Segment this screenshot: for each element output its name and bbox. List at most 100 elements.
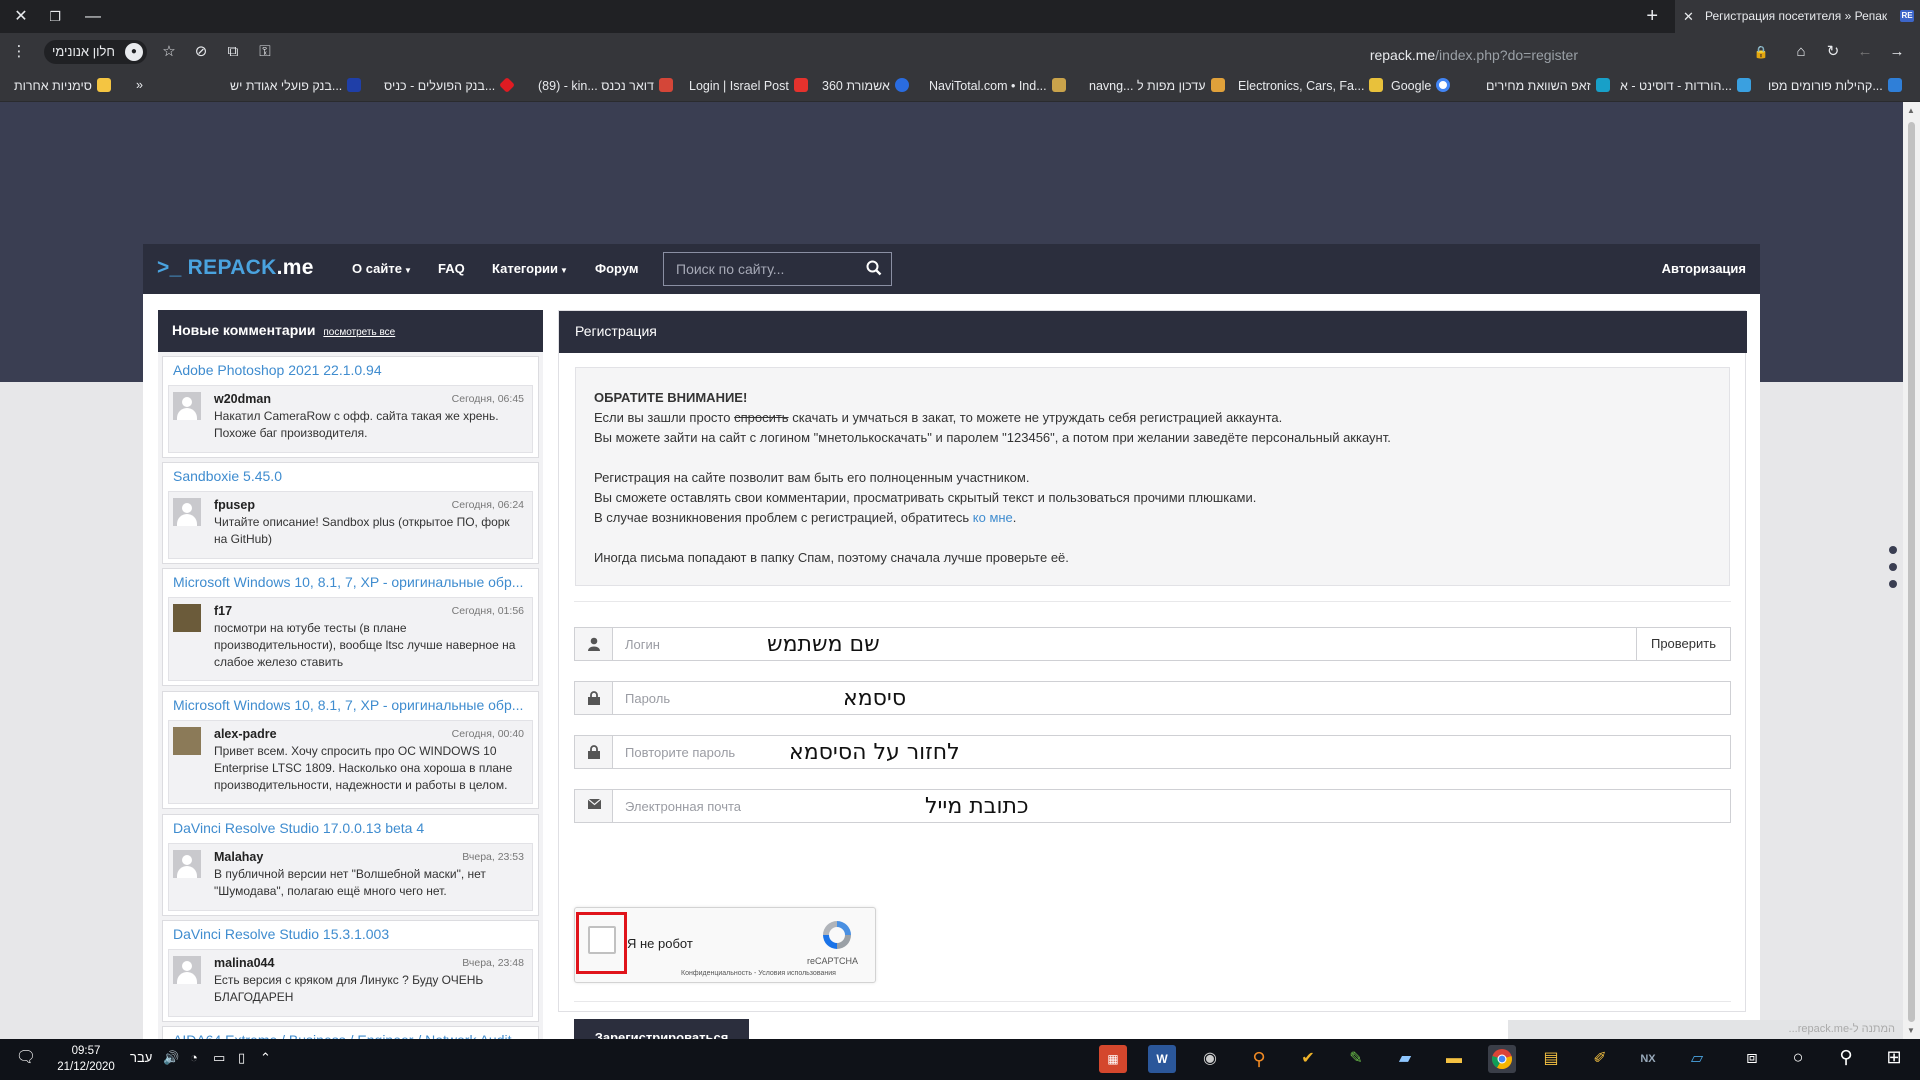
site-logo[interactable]: >_ REPACK.me	[157, 256, 314, 280]
comment-user[interactable]: fpusep	[214, 498, 255, 512]
file-explorer-icon[interactable]: ▬	[1440, 1045, 1468, 1073]
check-login-button[interactable]: Проверить	[1636, 628, 1730, 660]
page-dots-menu-icon[interactable]	[1889, 546, 1897, 597]
search-icon[interactable]	[866, 260, 882, 276]
close-window-icon[interactable]: ✕	[8, 4, 34, 30]
repeat-password-input[interactable]	[613, 736, 1723, 768]
comment-user[interactable]: f17	[214, 604, 232, 618]
bookmark-item[interactable]: NaviTotal.com • Ind...	[929, 78, 1066, 93]
bookmark-item[interactable]: navng... עדכון מפות ל	[1089, 78, 1225, 93]
search-app-icon[interactable]: ⚲	[1245, 1045, 1273, 1073]
comment-user[interactable]: malina044	[214, 956, 274, 970]
comment-user[interactable]: w20dman	[214, 392, 271, 406]
comment-user[interactable]: alex-padre	[214, 727, 277, 741]
nav-forum[interactable]: Форум	[595, 261, 638, 276]
comment-post-link[interactable]: AIDA64 Extreme / Business / Engineer / N…	[163, 1027, 538, 1039]
incognito-badge[interactable]: חלון אנונימי ●	[44, 40, 147, 64]
avatar[interactable]	[173, 498, 201, 526]
bookmark-item[interactable]: Electronics, Cars, Fa...	[1238, 78, 1384, 93]
email-input[interactable]	[613, 790, 1723, 822]
bookmark-item[interactable]: Google	[1391, 78, 1451, 93]
taskbar-app-icon[interactable]: ✔	[1294, 1045, 1322, 1073]
search-input[interactable]	[664, 253, 859, 285]
nav-about[interactable]: О сайте ▼	[352, 261, 412, 276]
bookmark-item[interactable]: Login | Israel Post	[689, 78, 808, 93]
url-text[interactable]: repack.me/index.php?do=register	[1370, 47, 1578, 63]
nav-categories[interactable]: Категории ▼	[492, 261, 568, 276]
pen-app-icon[interactable]: ✎	[1342, 1045, 1370, 1073]
comment-post-link[interactable]: Microsoft Windows 10, 8.1, 7, XP - ориги…	[163, 569, 538, 595]
notes-app-icon[interactable]: ▰	[1391, 1045, 1419, 1073]
scroll-thumb[interactable]	[1908, 122, 1915, 1022]
password-input[interactable]	[613, 682, 1723, 714]
reload-icon[interactable]: ↻	[1822, 41, 1844, 63]
lock-icon[interactable]: 🔒	[1750, 41, 1772, 63]
notifications-icon[interactable]: 🗨	[14, 1047, 38, 1067]
new-tab-button[interactable]: +	[1646, 2, 1658, 30]
bookmark-other[interactable]: סימניות אחרות	[14, 78, 111, 93]
bookmark-star-icon[interactable]: ☆	[158, 41, 180, 63]
tray-expand-icon[interactable]: ⌃	[260, 1050, 271, 1066]
input-language[interactable]: עבר	[130, 1050, 152, 1065]
bookmark-item[interactable]: קהילות פורומים מפו...	[1768, 78, 1902, 93]
address-bar[interactable]: repack.me/index.php?do=register	[36, 37, 1752, 67]
comment-post-link[interactable]: Sandboxie 5.45.0	[163, 463, 538, 489]
login-link[interactable]: Авторизация	[1662, 261, 1746, 276]
comment-post-link[interactable]: Adobe Photoshop 2021 22.1.0.94	[163, 357, 538, 383]
bookmark-item[interactable]: בנק פועלי אגודת יש...	[230, 78, 362, 93]
page-scrollbar[interactable]: ▲ ▼	[1903, 102, 1920, 1039]
network-icon[interactable]: ▭	[213, 1050, 225, 1066]
minimize-window-icon[interactable]: —	[80, 4, 106, 30]
home-icon[interactable]: ⌂	[1790, 41, 1812, 63]
recaptcha-links[interactable]: Конфиденциальность - Условия использован…	[681, 970, 836, 977]
bookmark-item[interactable]: אשמורת 360	[822, 78, 909, 93]
nexus-app-icon[interactable]: NX	[1634, 1045, 1662, 1073]
forward-icon[interactable]: ←	[1854, 41, 1876, 63]
remote-app-icon[interactable]: ▱	[1683, 1045, 1711, 1073]
scroll-down-icon[interactable]: ▼	[1907, 1026, 1915, 1035]
folder-app-icon[interactable]: ▤	[1537, 1045, 1565, 1073]
cortana-icon[interactable]: ○	[1786, 1047, 1810, 1068]
avatar[interactable]	[173, 392, 201, 420]
winrar-icon[interactable]: ▦	[1099, 1045, 1127, 1073]
avatar[interactable]	[173, 956, 201, 984]
comment-post-link[interactable]: Microsoft Windows 10, 8.1, 7, XP - ориги…	[163, 692, 538, 718]
sticky-notes-icon[interactable]: ✐	[1586, 1045, 1614, 1073]
comment-user[interactable]: Malahay	[214, 850, 263, 864]
start-menu-icon[interactable]: ⊞	[1882, 1047, 1906, 1068]
camera-icon[interactable]: ◉	[1196, 1045, 1224, 1073]
avatar[interactable]	[173, 850, 201, 878]
bookmark-item[interactable]: הורדות - דוסינט - א...	[1620, 78, 1751, 93]
menu-kebab-icon[interactable]: ⋮	[8, 41, 30, 63]
translate-icon[interactable]: ⧉	[222, 41, 244, 63]
bookmark-item[interactable]: זאפ השוואת מחירים	[1486, 78, 1610, 93]
tracking-protection-icon[interactable]: ⊘	[190, 41, 212, 63]
login-input[interactable]	[613, 628, 1623, 660]
avatar[interactable]	[173, 727, 201, 755]
bookmark-item[interactable]: (89) - kin... דואר נכנס	[538, 78, 673, 93]
key-icon[interactable]: ⚿	[254, 41, 276, 63]
chrome-icon[interactable]	[1488, 1045, 1516, 1073]
usb-icon[interactable]: ▯	[238, 1050, 245, 1066]
view-all-link[interactable]: посмотреть все	[323, 327, 395, 338]
captcha-checkbox[interactable]	[588, 926, 616, 954]
bookmark-item[interactable]: בנק הפועלים - כניס...	[384, 77, 516, 93]
task-view-icon[interactable]: ⧈	[1740, 1047, 1764, 1068]
word-icon[interactable]: W	[1148, 1045, 1176, 1073]
volume-icon[interactable]: 🔊	[163, 1050, 179, 1066]
avatar[interactable]	[173, 604, 201, 632]
bookmark-overflow[interactable]: »	[136, 78, 143, 92]
comment-post-link[interactable]: DaVinci Resolve Studio 15.3.1.003	[163, 921, 538, 947]
scroll-up-icon[interactable]: ▲	[1907, 106, 1915, 115]
system-clock[interactable]: 09:57 21/12/2020	[56, 1043, 116, 1075]
contact-me-link[interactable]: ко мне	[973, 510, 1013, 525]
active-tab[interactable]: ✕ Регистрация посетителя » Репак RE	[1675, 0, 1920, 33]
nav-faq[interactable]: FAQ	[438, 261, 465, 276]
tab-close-icon[interactable]: ✕	[1683, 0, 1694, 33]
windows-search-icon[interactable]: ⚲	[1834, 1047, 1858, 1068]
restore-window-icon[interactable]: ❐	[42, 4, 68, 30]
wifi-icon[interactable]: ◔	[190, 1050, 198, 1065]
comment-post-link[interactable]: DaVinci Resolve Studio 17.0.0.13 beta 4	[163, 815, 538, 841]
back-icon[interactable]: →	[1886, 41, 1908, 63]
register-button[interactable]: Зарегистрироваться	[574, 1019, 749, 1039]
